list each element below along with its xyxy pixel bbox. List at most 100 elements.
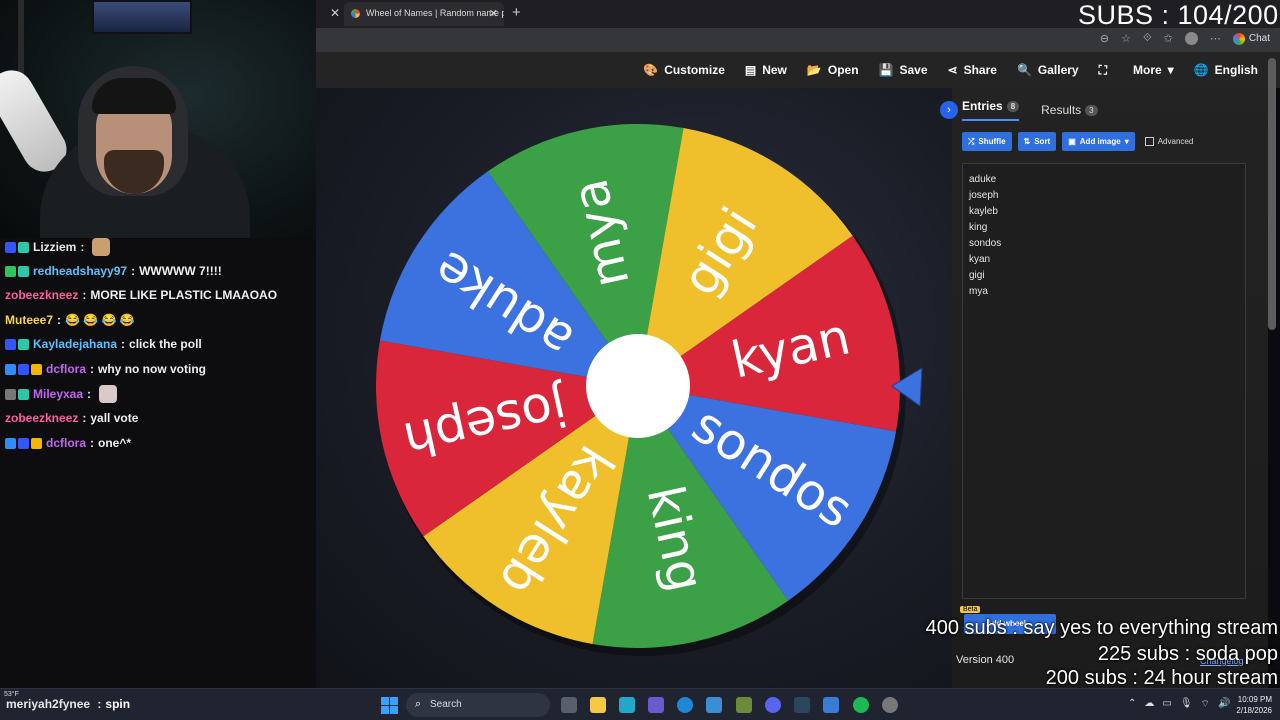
chat-text: spin	[105, 697, 131, 711]
taskbar-search[interactable]: ⌕ Search	[406, 693, 550, 717]
chat-badge-icon	[18, 363, 29, 375]
nav-item[interactable]: ⛶	[1099, 63, 1113, 78]
app-icon[interactable]	[736, 697, 752, 713]
chat-username[interactable]: zobeezkneez	[5, 288, 78, 302]
teams-icon[interactable]	[648, 697, 664, 713]
chat-message: redheadshayy97 : WWWWW 7!!!!	[5, 260, 222, 282]
wheel-center-hub[interactable]	[586, 334, 690, 438]
chat-badge-icon	[31, 437, 42, 449]
chat-username[interactable]: Lizziem	[33, 240, 76, 254]
chat-emote-icon	[92, 238, 111, 256]
entry-line: kayleb	[969, 206, 998, 217]
version-label: Version 400	[956, 654, 1015, 666]
goal-line: 225 subs : soda pop	[1097, 643, 1278, 665]
sort-button[interactable]: ⇅ Sort	[1017, 132, 1057, 151]
nav-item-label: Save	[899, 63, 928, 77]
edge-icon[interactable]	[677, 697, 693, 713]
chat-username[interactable]: Muteee7	[5, 313, 53, 327]
favorites-icon[interactable]: ✩	[1164, 32, 1173, 45]
steam-icon[interactable]	[794, 697, 810, 713]
discord-icon[interactable]	[765, 697, 781, 713]
collapse-panel-icon[interactable]: ›	[940, 101, 958, 119]
extensions-icon[interactable]: ⟐	[1143, 32, 1152, 45]
subs-counter: SUBS : 104/200	[1078, 0, 1279, 30]
nav-item-label: Gallery	[1037, 63, 1079, 77]
shuffle-button[interactable]: ⤮ Shuffle	[962, 132, 1012, 151]
task-view-icon[interactable]	[561, 697, 577, 713]
chat-badge-icon	[5, 265, 16, 277]
fullscreen-icon: ⛶	[1098, 62, 1107, 77]
entry-line: sondos	[969, 238, 1002, 249]
chevron-up-icon[interactable]: ⌃	[1128, 698, 1136, 711]
chat-badge-icon	[5, 338, 16, 350]
save-icon: 💾	[878, 63, 894, 77]
chat-message: Muteee7 : 😂 😂 😂 😂	[5, 309, 135, 331]
chat-username[interactable]: Kayladejahana	[33, 337, 117, 351]
chat-username[interactable]: dcflora	[46, 362, 86, 376]
display-icon[interactable]: ▭	[1162, 698, 1171, 711]
store-icon[interactable]	[706, 697, 722, 713]
app-navbar: 🎨 Customize ▤ New 📂 Open 💾 Save ⋖ Share 🔍 Gallery ⛶ M…	[316, 52, 1280, 88]
photos-icon[interactable]	[823, 697, 839, 713]
wifi-icon[interactable]: ⌔	[1201, 698, 1210, 711]
advanced-checkbox[interactable]: Advanced	[1144, 137, 1194, 146]
chat-badge-icon	[5, 363, 16, 375]
page-scrollbar[interactable]	[1268, 58, 1276, 330]
star-icon[interactable]: ☆	[1121, 32, 1131, 45]
obs-icon[interactable]	[882, 697, 898, 713]
add-image-button[interactable]: ▣ Add image ▾	[1062, 132, 1135, 151]
new-tab-icon[interactable]: +	[512, 4, 521, 21]
entry-line: joseph	[969, 190, 999, 201]
tab-close-icon[interactable]: ✕	[489, 7, 498, 20]
profile-avatar[interactable]	[1184, 32, 1198, 45]
chat-separator: :	[57, 313, 62, 327]
windows-start-icon[interactable]	[381, 697, 398, 714]
nav-item-label: Customize	[664, 63, 725, 77]
chat-badge-icon	[31, 363, 42, 375]
nav-item-label: English	[1214, 63, 1258, 77]
beta-badge: Beta	[960, 606, 981, 613]
chat-text: WWWWW 7!!!!	[139, 264, 222, 278]
chat-message: Lizziem :	[5, 238, 111, 258]
nav-item[interactable]: 🎨 Customize	[643, 63, 725, 77]
nav-item[interactable]: 🌐 English	[1194, 63, 1258, 77]
chat-username[interactable]: meriyah2fynee	[6, 697, 90, 711]
chat-separator: :	[80, 240, 85, 254]
entry-line: king	[969, 222, 988, 233]
microphone-icon[interactable]: 🎙	[1180, 698, 1193, 711]
wheel[interactable]: kyansondoskingkaylebjosephadukemya gigi	[316, 88, 952, 688]
file-explorer-icon[interactable]	[590, 697, 606, 713]
chat-badge-icon	[18, 437, 29, 449]
menu-icon[interactable]: ⋯	[1210, 32, 1221, 45]
chat-text: why no now voting	[98, 362, 207, 376]
spotify-icon[interactable]	[853, 697, 869, 713]
chat-username[interactable]: Mileyxaa	[33, 387, 83, 401]
nav-item[interactable]: ▤ New	[745, 63, 787, 77]
tab-results[interactable]: Results 3	[1041, 103, 1098, 117]
nav-items: 🎨 Customize ▤ New 📂 Open 💾 Save ⋖ Share 🔍 Gallery ⛶ M…	[643, 52, 1258, 88]
cloud-icon[interactable]: ☁	[1144, 698, 1154, 711]
browser-tab[interactable]: Wheel of Names | Random name picker ✕	[344, 2, 504, 26]
zoom-icon[interactable]: ⊖	[1100, 32, 1109, 45]
address-bar[interactable]: ⊖ ☆ ⟐ ✩ ⋯ Chat	[316, 28, 1280, 52]
advanced-label: Advanced	[1157, 137, 1194, 146]
nav-item[interactable]: 💾 Save	[879, 63, 928, 77]
nav-item[interactable]: 📂 Open	[807, 63, 859, 77]
chat-text: click the poll	[129, 337, 202, 351]
entries-textarea[interactable]: aduke joseph kayleb king sondos kyan gigi mya	[962, 163, 1246, 599]
nav-item[interactable]: ⋖ Share	[948, 63, 997, 77]
chat-username[interactable]: redheadshayy97	[33, 264, 127, 278]
wheel-favicon-icon	[351, 9, 360, 18]
clock[interactable]: 10:09 PM 2/18/2026	[1226, 694, 1272, 716]
chat-message: Kayladejahana : click the poll	[5, 333, 202, 355]
copilot-app-icon[interactable]	[619, 697, 635, 713]
close-tab-icon[interactable]: ✕	[330, 6, 340, 20]
nav-item[interactable]: 🔍 Gallery	[1017, 63, 1079, 77]
clock-date: 2/18/2026	[1236, 706, 1272, 715]
chat-username[interactable]: dcflora	[46, 436, 86, 450]
chat-button[interactable]: Chat	[1232, 32, 1270, 45]
nav-item[interactable]: More ▾	[1133, 63, 1174, 77]
tab-entries[interactable]: Entries 8	[962, 99, 1020, 121]
taskbar-search-label: Search	[430, 699, 462, 710]
chat-username[interactable]: zobeezkneez	[5, 411, 78, 425]
